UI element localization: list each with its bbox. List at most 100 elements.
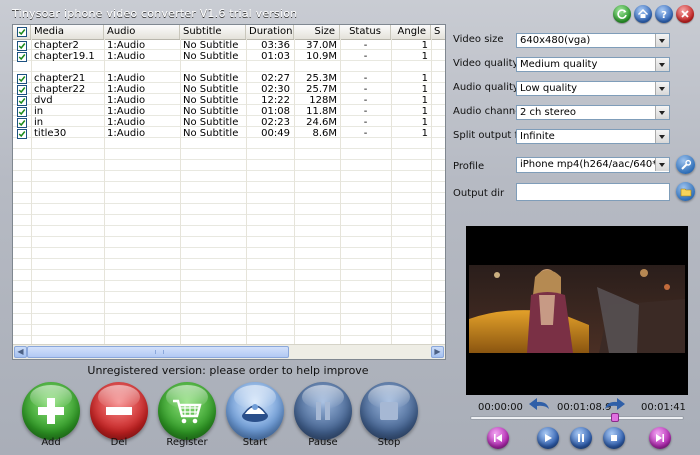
cell-duration: 01:08 <box>261 106 290 117</box>
start-button[interactable] <box>226 382 284 440</box>
cell-media: in <box>34 106 44 117</box>
row-checkbox[interactable] <box>17 129 27 139</box>
table-row[interactable]: title30 1:Audio No Subtitle 00:49 8.6M - 1 <box>13 128 445 139</box>
audio-channels-select[interactable]: 2 ch stereo <box>516 105 670 120</box>
del-button[interactable] <box>90 382 148 440</box>
cell-media: in <box>34 117 44 128</box>
stop-button[interactable] <box>360 382 418 440</box>
cell-media: chapter22 <box>34 84 86 95</box>
cell-status: - <box>363 73 368 84</box>
cell-angle: 1 <box>421 51 428 62</box>
stop-label: Stop <box>377 437 401 448</box>
chevron-down-icon[interactable] <box>655 158 669 171</box>
player-pause-button[interactable] <box>570 427 592 449</box>
folder-icon[interactable] <box>676 182 695 201</box>
audio-quality-select[interactable]: Low quality <box>516 81 670 96</box>
horizontal-scrollbar[interactable]: ◀ ▶ <box>13 344 445 359</box>
scroll-right-button[interactable]: ▶ <box>431 346 444 358</box>
file-list-table[interactable]: Media Audio Subtitle Duration Size Statu… <box>12 24 446 360</box>
col-duration[interactable]: Duration <box>246 25 294 39</box>
output-dir-input[interactable] <box>516 183 670 201</box>
rewind-arrow-icon[interactable] <box>527 397 551 413</box>
row-checkbox[interactable] <box>17 74 27 84</box>
cell-audio: 1:Audio <box>107 51 146 62</box>
cell-duration: 01:03 <box>261 51 290 62</box>
select-all-checkbox[interactable] <box>13 25 31 39</box>
cell-status: - <box>363 51 368 62</box>
pause-button[interactable] <box>294 382 352 440</box>
row-checkbox[interactable] <box>17 41 27 51</box>
cell-size: 128M <box>309 95 337 106</box>
play-icon <box>545 434 552 442</box>
col-size[interactable]: Size <box>294 25 340 39</box>
cell-media: title30 <box>34 128 67 139</box>
row-checkbox[interactable] <box>17 96 27 106</box>
cell-angle: 1 <box>421 106 428 117</box>
scroll-left-button[interactable]: ◀ <box>14 346 27 358</box>
table-row[interactable]: chapter22 1:Audio No Subtitle 02:30 25.7M - 1 <box>13 84 445 95</box>
split-output-select[interactable]: Infinite <box>516 129 670 144</box>
seek-handle[interactable] <box>611 413 619 422</box>
cell-status: - <box>363 84 368 95</box>
video-quality-select[interactable]: Medium quality <box>516 57 670 72</box>
table-row[interactable]: chapter19.1 1:Audio No Subtitle 01:03 10.9M -… <box>13 51 445 62</box>
col-media[interactable]: Media <box>31 25 104 39</box>
profile-select[interactable]: iPhone mp4(h264/aac/640*480) <box>516 157 670 173</box>
row-checkbox[interactable] <box>17 85 27 95</box>
cell-subtitle: No Subtitle <box>183 84 239 95</box>
scroll-thumb[interactable] <box>27 346 289 358</box>
seek-bar[interactable] <box>470 413 684 422</box>
plus-icon <box>38 398 64 424</box>
minus-icon <box>106 407 132 415</box>
table-row[interactable]: dvd 1:Audio No Subtitle 12:22 128M - 1 <box>13 95 445 106</box>
chevron-down-icon[interactable] <box>655 106 669 119</box>
add-button[interactable] <box>22 382 80 440</box>
cell-subtitle: No Subtitle <box>183 106 239 117</box>
video-size-select[interactable]: 640x480(vga) <box>516 33 670 48</box>
output-dir-label: Output dir <box>453 188 505 199</box>
cell-duration: 00:49 <box>261 128 290 139</box>
chevron-down-icon[interactable] <box>655 34 669 47</box>
help-icon[interactable]: ? <box>655 5 673 23</box>
col-angle[interactable]: Angle <box>391 25 431 39</box>
chevron-down-icon[interactable] <box>655 82 669 95</box>
prev-button[interactable] <box>487 427 509 449</box>
col-status[interactable]: Status <box>340 25 391 39</box>
cell-audio: 1:Audio <box>107 95 146 106</box>
cell-status: - <box>363 40 368 51</box>
col-s[interactable]: S <box>431 25 445 39</box>
play-button[interactable] <box>537 427 559 449</box>
video-frame-image <box>469 265 685 353</box>
cell-media: chapter19.1 <box>34 51 95 62</box>
row-checkbox[interactable] <box>17 107 27 117</box>
table-row[interactable]: in 1:Audio No Subtitle 02:23 24.6M - 1 <box>13 117 445 128</box>
time-end: 00:01:41 <box>641 402 686 413</box>
split-output-value: Infinite <box>520 131 555 142</box>
cell-duration: 12:22 <box>261 95 290 106</box>
profile-value: iPhone mp4(h264/aac/640*480) <box>520 159 670 170</box>
pause-icon <box>316 402 330 420</box>
row-checkbox[interactable] <box>17 52 27 62</box>
video-size-label: Video size <box>453 34 504 45</box>
video-preview <box>466 226 688 395</box>
home-icon[interactable] <box>634 5 652 23</box>
register-button[interactable] <box>158 382 216 440</box>
player-stop-button[interactable] <box>603 427 625 449</box>
col-subtitle[interactable]: Subtitle <box>180 25 246 39</box>
chevron-down-icon[interactable] <box>655 58 669 71</box>
wrench-icon[interactable] <box>676 155 695 174</box>
table-row[interactable]: in 1:Audio No Subtitle 01:08 11.8M - 1 <box>13 106 445 117</box>
col-audio[interactable]: Audio <box>104 25 180 39</box>
time-start: 00:00:00 <box>478 402 523 413</box>
cart-icon <box>173 399 202 424</box>
stop-icon <box>611 435 617 441</box>
chevron-down-icon[interactable] <box>655 130 669 143</box>
table-row[interactable]: chapter2 1:Audio No Subtitle 03:36 37.0M - 1 <box>13 40 445 51</box>
refresh-icon[interactable] <box>613 5 631 23</box>
close-icon[interactable] <box>676 5 694 23</box>
table-row[interactable]: chapter21 1:Audio No Subtitle 02:27 25.3M - 1 <box>13 73 445 84</box>
next-button[interactable] <box>649 427 671 449</box>
cell-subtitle: No Subtitle <box>183 40 239 51</box>
forward-arrow-icon[interactable] <box>603 397 627 413</box>
row-checkbox[interactable] <box>17 118 27 128</box>
